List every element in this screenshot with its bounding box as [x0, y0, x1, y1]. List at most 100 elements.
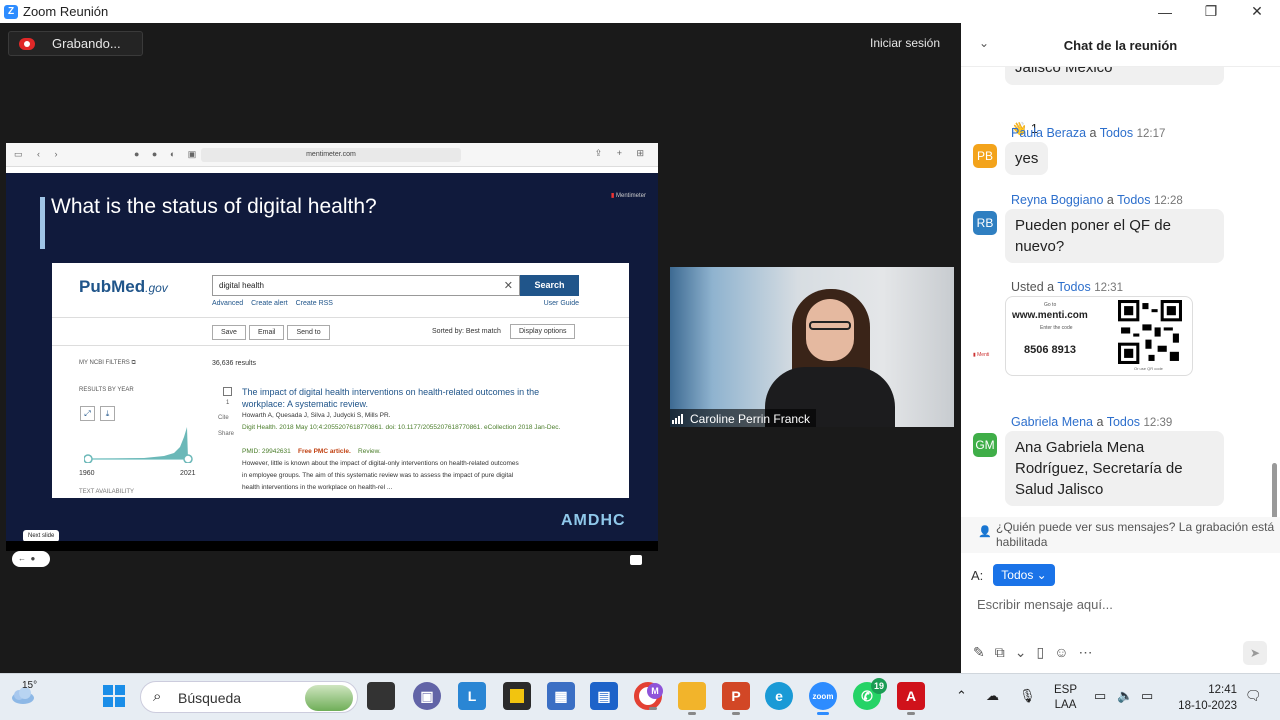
- chat-scrollbar[interactable]: [1272, 463, 1277, 517]
- taskbar-clock[interactable]: 12:41 18-10-2023: [1171, 682, 1237, 714]
- task-view-icon[interactable]: [367, 682, 395, 710]
- recording-icon: [19, 37, 35, 50]
- participant-name: Caroline Perrin Franck: [690, 411, 811, 426]
- teams-chat-icon[interactable]: ▣: [413, 682, 441, 710]
- active-indicator: [907, 712, 915, 715]
- acrobat-icon[interactable]: A: [897, 682, 925, 715]
- taskbar-search[interactable]: ⌕ Búsqueda: [140, 681, 358, 713]
- participant-nametag: Caroline Perrin Franck: [670, 409, 817, 427]
- taskbar-search-label: Búsqueda: [178, 690, 242, 706]
- language-indicator[interactable]: ESP LAA: [1054, 683, 1077, 713]
- pubmed-search-button: Search: [520, 275, 579, 296]
- chat-recipient: Todos: [1106, 415, 1141, 429]
- shared-screen-bottom: [6, 541, 658, 551]
- pubmed-results-count: 36,636 results: [212, 360, 256, 367]
- article-pmid: PMID: 29942631: [242, 448, 291, 455]
- article-snippet-1: However, little is known about the impac…: [242, 460, 519, 467]
- pubmed-actions: Save Email Send to: [212, 325, 330, 340]
- amdhc-logo-text: AMDHC: [561, 512, 626, 529]
- chat-message-text: Pueden poner el QF de nuevo?: [1015, 217, 1171, 255]
- qr-caption: Or use QR code: [1134, 366, 1163, 371]
- window-titlebar: Z Zoom Reunión — ❐ ✕: [0, 0, 1280, 23]
- chat-sender[interactable]: Reyna Boggiano: [1011, 193, 1103, 207]
- active-indicator: [817, 712, 829, 715]
- recording-label: Grabando...: [52, 36, 121, 51]
- restore-icon[interactable]: ❐: [1188, 0, 1234, 23]
- article-authors: Howarth A, Quesada J, Silva J, Judycki S…: [242, 412, 391, 419]
- article-snippet-2: in employee groups. The aim of this syst…: [242, 472, 514, 479]
- chrome-icon[interactable]: M: [634, 682, 663, 710]
- pubmed-logo-suffix: .gov: [145, 281, 168, 295]
- powerpoint-icon[interactable]: P: [722, 682, 750, 715]
- file-icon[interactable]: ▯: [1036, 644, 1054, 660]
- pubmed-search-input: digital health ✕: [212, 275, 520, 296]
- chat-input[interactable]: Escribir mensaje aquí...: [977, 597, 1113, 612]
- chat-time: 12:28: [1153, 195, 1183, 207]
- results-by-year-chart: [84, 427, 193, 463]
- signin-button[interactable]: Iniciar sesión: [870, 36, 940, 50]
- recording-indicator[interactable]: Grabando...: [8, 31, 143, 56]
- to-label: A:: [971, 567, 984, 583]
- chat-privacy-notice[interactable]: 👤 ¿Quién puede ver sus mensajes? La grab…: [961, 517, 1280, 553]
- chat-message-bubble: yes: [1005, 142, 1049, 175]
- network-icon[interactable]: ☁: [986, 688, 999, 704]
- start-button[interactable]: [100, 682, 128, 710]
- avatar: PB: [973, 144, 997, 168]
- article-journal: Digit Health. 2018 May 10;4:205520761877…: [242, 424, 561, 431]
- chat-panel: ⌄ Chat de la reunión Jalisco México 👋 1 …: [961, 23, 1280, 673]
- slide-nav-control: ← ●: [12, 551, 50, 567]
- amdhc-logo: AMDHC: [561, 512, 626, 530]
- format-icon[interactable]: ✎: [973, 644, 995, 660]
- microphone-icon[interactable]: 🎙: [1019, 688, 1036, 704]
- chat-sender-line: Reyna Boggiano a Todos 12:28: [1011, 193, 1183, 207]
- avatar: GM: [973, 433, 997, 457]
- emoji-icon[interactable]: ☺: [1054, 644, 1078, 660]
- notifications-icon[interactable]: 🗨: [1245, 688, 1262, 704]
- pubmed-search-value: digital health: [219, 281, 264, 290]
- chevron-down-icon[interactable]: ⌄: [1015, 644, 1037, 660]
- chat-sender-line: Paula Beraza a Todos 12:17: [1011, 126, 1165, 140]
- participant-video[interactable]: Caroline Perrin Franck: [670, 267, 954, 427]
- download-icon: ⤓: [100, 406, 115, 421]
- pubmed-filters-text: MY NCBI FILTERS: [79, 360, 130, 366]
- tray-overflow-icon[interactable]: ⌃: [956, 688, 967, 704]
- volume-icon[interactable]: 🔈: [1117, 688, 1133, 704]
- file-explorer-icon[interactable]: [678, 682, 706, 715]
- qr-site: www.menti.com: [1012, 310, 1088, 321]
- mentimeter-logo-text: Mentimeter: [615, 193, 646, 199]
- participant-glasses: [809, 321, 851, 330]
- article-snippet-3: health interventions in the workplace on…: [242, 484, 393, 491]
- browser-right-icons: ⇪ + ⊞: [594, 148, 650, 158]
- calculator-icon[interactable]: ▦: [547, 682, 575, 710]
- screenshot-icon[interactable]: ⧉: [995, 644, 1015, 660]
- battery-icon[interactable]: ▭: [1141, 688, 1153, 704]
- whatsapp-icon[interactable]: ✆ 19: [853, 678, 887, 710]
- chat-sender[interactable]: Gabriela Mena: [1011, 415, 1093, 429]
- minimize-icon[interactable]: —: [1142, 0, 1188, 23]
- chart-year-start: 1960: [79, 470, 95, 477]
- zoom-taskbar-icon[interactable]: zoom: [809, 682, 837, 715]
- pubmed-link-create-rss: Create RSS: [295, 300, 333, 307]
- close-icon[interactable]: ✕: [1234, 0, 1280, 23]
- app-l-icon[interactable]: L: [458, 682, 486, 710]
- edge-icon[interactable]: e: [765, 682, 793, 710]
- article-free-badge: Free PMC article.: [298, 448, 351, 455]
- more-icon[interactable]: ⋯: [1078, 644, 1102, 660]
- weather-widget[interactable]: 15°: [10, 680, 38, 710]
- store-icon[interactable]: ▤: [590, 682, 618, 710]
- zoom-taskbar-label: zoom: [812, 691, 834, 701]
- display-icon[interactable]: ▭: [1094, 688, 1106, 704]
- recipient-dropdown[interactable]: Todos ⌄: [993, 564, 1055, 586]
- chat-message-bubble: Pueden poner el QF de nuevo?: [1005, 209, 1224, 263]
- chat-qr-image[interactable]: Go to www.menti.com Enter the code 8506 …: [1005, 296, 1193, 376]
- chat-recipient: Todos: [1057, 280, 1091, 294]
- qr-code-icon: [1118, 300, 1182, 364]
- active-indicator: [688, 712, 696, 715]
- send-icon[interactable]: ➤: [1243, 641, 1267, 665]
- privacy-text: ¿Quién puede ver sus mensajes? La grabac…: [996, 520, 1275, 549]
- chat-sender[interactable]: Paula Beraza: [1011, 126, 1086, 140]
- article-type: Review.: [358, 448, 381, 455]
- chat-recipient: Todos: [1117, 193, 1151, 207]
- sticky-notes-icon[interactable]: [503, 682, 531, 710]
- chat-message-text: Jalisco México: [1015, 67, 1113, 76]
